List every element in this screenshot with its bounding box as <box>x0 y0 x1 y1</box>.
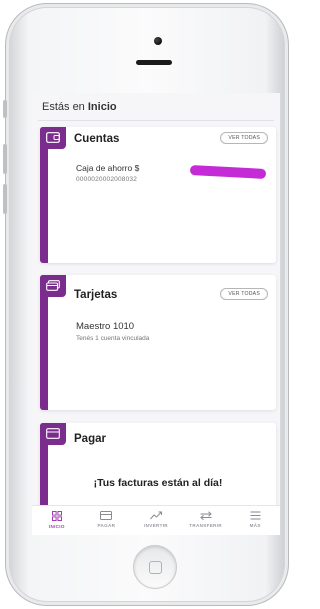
volume-down-button <box>3 184 7 214</box>
home-square-icon <box>149 561 162 574</box>
home-button[interactable] <box>133 545 177 589</box>
card-title: Tarjetas <box>74 289 118 301</box>
location-breadcrumb: Estás en Inicio <box>42 101 117 113</box>
account-name[interactable]: Caja de ahorro $ <box>76 163 139 173</box>
volume-up-button <box>3 144 7 174</box>
bottom-tab-bar: INICIO PAGAR INVERTIR TRANSFERIR MÁS <box>32 505 280 535</box>
card-icon-tab <box>40 127 66 149</box>
tab-invertir[interactable]: INVERTIR <box>131 506 181 535</box>
linked-account-text: Tenés 1 cuenta vinculada <box>76 335 150 342</box>
tab-label: PAGAR <box>97 523 116 528</box>
bills-status-message: ¡Tus facturas están al día! <box>93 477 223 489</box>
tab-inicio[interactable]: INICIO <box>32 506 82 535</box>
menu-list-icon <box>250 511 261 520</box>
card-name[interactable]: Maestro 1010 <box>76 321 134 332</box>
view-all-cards-button[interactable]: VER TODAS <box>220 288 268 300</box>
location-prefix: Estás en <box>42 101 85 113</box>
card-title: Pagar <box>74 433 106 445</box>
transfer-icon <box>199 511 212 520</box>
front-camera <box>154 37 162 45</box>
credit-card-icon <box>46 280 60 291</box>
tab-label: MÁS <box>249 523 261 528</box>
app-view: Estás en Inicio Cuentas VER TODAS Caja d… <box>32 93 280 535</box>
card-title: Cuentas <box>74 133 120 145</box>
divider <box>38 120 274 121</box>
card-icon-tab <box>40 423 66 445</box>
tab-pagar[interactable]: PAGAR <box>82 506 132 535</box>
payment-card-icon <box>46 428 60 439</box>
tab-label: TRANSFERIR <box>189 523 222 528</box>
phone-screen: Estás en Inicio Cuentas VER TODAS Caja d… <box>32 93 280 535</box>
cards-card[interactable]: Tarjetas VER TODAS Maestro 1010 Tenés 1 … <box>40 275 276 410</box>
redacted-balance <box>189 165 267 179</box>
accounts-card[interactable]: Cuentas VER TODAS Caja de ahorro $ 00000… <box>40 127 276 263</box>
phone-frame: Estás en Inicio Cuentas VER TODAS Caja d… <box>3 3 289 606</box>
tab-label: INVERTIR <box>144 523 168 528</box>
grid-icon <box>51 511 62 521</box>
tab-label: INICIO <box>48 524 65 529</box>
account-number: 0000020002008032 <box>76 176 138 183</box>
card-icon-tab <box>40 275 66 297</box>
pay-card[interactable]: Pagar ¡Tus facturas están al día! <box>40 423 276 513</box>
tab-mas[interactable]: MÁS <box>230 506 280 535</box>
view-all-accounts-button[interactable]: VER TODAS <box>220 132 268 144</box>
tab-transferir[interactable]: TRANSFERIR <box>181 506 231 535</box>
trend-icon <box>150 511 162 520</box>
mute-switch <box>3 100 7 118</box>
payment-card-icon <box>100 511 113 520</box>
earpiece-speaker <box>136 60 172 65</box>
wallet-icon <box>46 132 60 143</box>
location-current: Inicio <box>87 101 117 113</box>
